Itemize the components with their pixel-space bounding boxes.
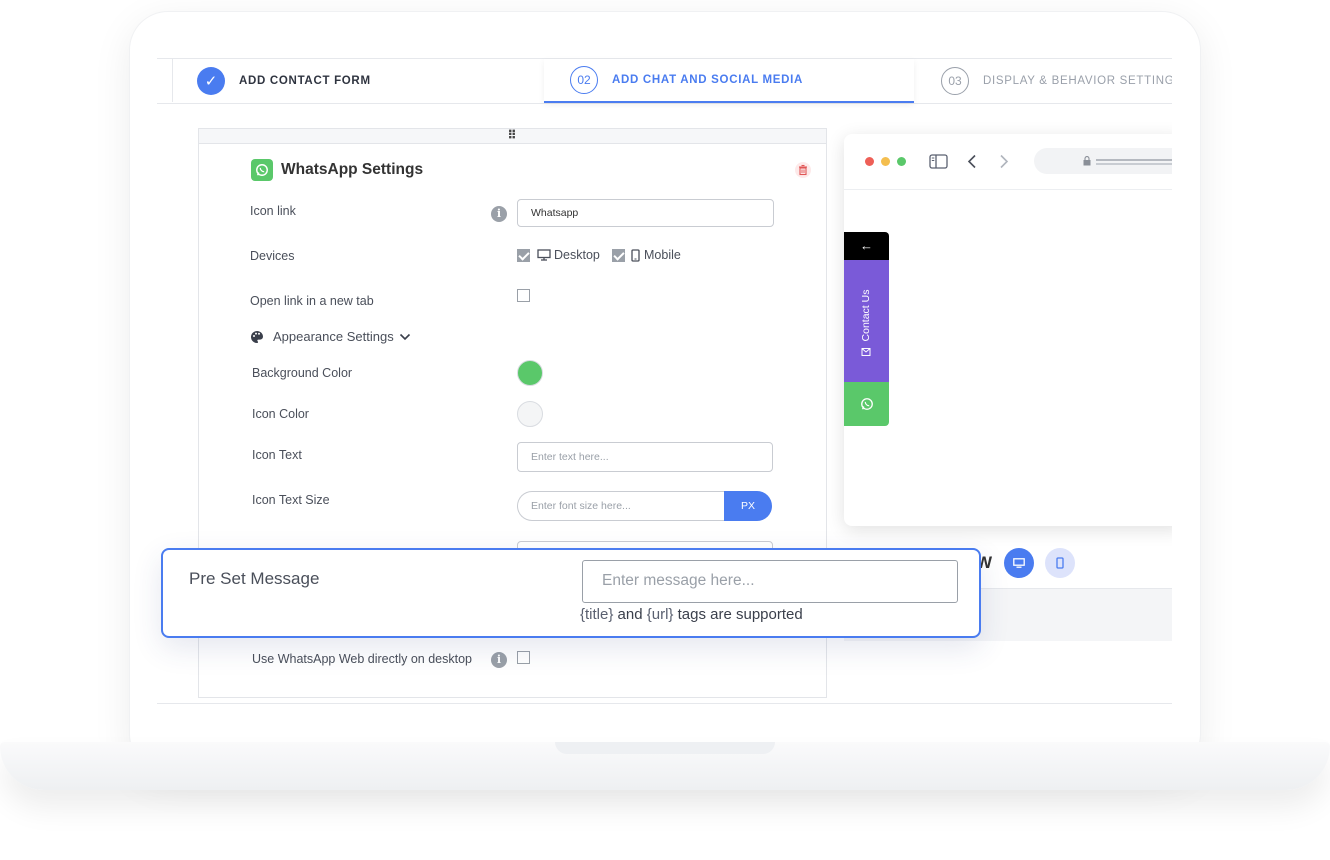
icon-link-input[interactable]: Whatsapp bbox=[517, 199, 774, 227]
step-label: ADD CHAT AND SOCIAL MEDIA bbox=[612, 74, 804, 86]
chevron-down-icon bbox=[399, 333, 410, 340]
devices-label: Devices bbox=[250, 249, 295, 263]
browser-toolbar bbox=[844, 134, 1172, 190]
preview-window: ← Contact Us bbox=[844, 134, 1172, 526]
close-dot-icon bbox=[865, 157, 874, 166]
envelope-icon bbox=[861, 347, 871, 356]
widget-close-arrow[interactable]: ← bbox=[844, 232, 889, 260]
address-bar[interactable] bbox=[1034, 148, 1172, 174]
mobile-option: Mobile bbox=[631, 248, 681, 262]
whatsapp-icon bbox=[251, 159, 273, 181]
step-number: 03 bbox=[941, 67, 969, 95]
sidebar-icon[interactable] bbox=[929, 154, 948, 169]
drag-handle[interactable]: ⠿ bbox=[199, 129, 826, 144]
mobile-icon bbox=[631, 248, 640, 262]
open-new-tab-label: Open link in a new tab bbox=[250, 294, 374, 308]
bottom-divider bbox=[157, 703, 1172, 704]
whatsapp-widget-button[interactable] bbox=[844, 382, 889, 426]
title-tag: {title} bbox=[580, 606, 614, 623]
forward-chevron-icon[interactable] bbox=[999, 154, 1009, 169]
contact-us-tab[interactable]: Contact Us bbox=[844, 260, 889, 382]
check-icon: ✓ bbox=[197, 67, 225, 95]
desktop-checkbox[interactable] bbox=[517, 249, 530, 262]
contact-us-text: Contact Us bbox=[860, 290, 872, 357]
trash-icon[interactable] bbox=[795, 162, 811, 178]
step-number: 02 bbox=[570, 66, 598, 94]
url-tag: {url} bbox=[646, 606, 674, 623]
icon-color-swatch[interactable] bbox=[517, 401, 543, 427]
contact-us-label: Contact Us bbox=[860, 289, 872, 342]
help-rest: tags are supported bbox=[677, 606, 803, 623]
url-placeholder-line bbox=[1096, 159, 1172, 161]
whatsapp-settings-title: WhatsApp Settings bbox=[281, 161, 424, 178]
mobile-label: Mobile bbox=[644, 248, 681, 262]
step-add-chat-social[interactable]: 02 ADD CHAT AND SOCIAL MEDIA bbox=[544, 59, 914, 103]
desktop-label: Desktop bbox=[554, 248, 600, 262]
icon-link-label: Icon link bbox=[250, 204, 296, 218]
pre-set-message-help: {title} and {url} tags are supported bbox=[580, 606, 803, 623]
icon-text-label: Icon Text bbox=[252, 448, 302, 462]
background-color-swatch[interactable] bbox=[517, 360, 543, 386]
maximize-dot-icon bbox=[897, 157, 906, 166]
help-and: and bbox=[617, 606, 643, 623]
icon-text-size-input[interactable]: Enter font size here... bbox=[517, 491, 725, 521]
px-unit-button[interactable]: PX bbox=[724, 491, 772, 521]
laptop-notch bbox=[555, 742, 775, 754]
mobile-icon bbox=[1056, 557, 1064, 569]
palette-icon bbox=[251, 330, 263, 343]
info-icon[interactable]: i bbox=[491, 652, 507, 668]
desktop-option: Desktop bbox=[537, 248, 600, 262]
step-add-contact-form[interactable]: ✓ ADD CONTACT FORM bbox=[197, 59, 371, 103]
drag-dots-icon: ⠿ bbox=[507, 128, 518, 142]
pre-set-message-card: Pre Set Message Enter message here... {t… bbox=[161, 548, 981, 638]
step-display-behavior[interactable]: 03 DISPLAY & BEHAVIOR SETTINGS bbox=[941, 59, 1172, 103]
stepper: ✓ ADD CONTACT FORM 02 ADD CHAT AND SOCIA… bbox=[157, 58, 1172, 104]
mobile-checkbox[interactable] bbox=[612, 249, 625, 262]
open-new-tab-checkbox[interactable] bbox=[517, 289, 530, 302]
step-label: ADD CONTACT FORM bbox=[239, 75, 371, 87]
pre-set-message-input[interactable]: Enter message here... bbox=[582, 560, 958, 603]
step-label: DISPLAY & BEHAVIOR SETTINGS bbox=[983, 75, 1172, 87]
lock-icon bbox=[1083, 156, 1091, 166]
appearance-settings-label: Appearance Settings bbox=[273, 329, 394, 344]
desktop-icon bbox=[537, 249, 551, 261]
url-placeholder-line bbox=[1096, 163, 1172, 165]
minimize-dot-icon bbox=[881, 157, 890, 166]
use-web-label: Use WhatsApp Web directly on desktop bbox=[252, 652, 473, 666]
use-web-checkbox[interactable] bbox=[517, 651, 530, 664]
pre-set-message-label: Pre Set Message bbox=[189, 569, 320, 588]
whatsapp-icon bbox=[860, 398, 873, 410]
desktop-preview-button[interactable] bbox=[1004, 548, 1034, 578]
background-color-label: Background Color bbox=[252, 366, 353, 380]
icon-text-input[interactable]: Enter text here... bbox=[517, 442, 773, 472]
appearance-settings-toggle[interactable]: Appearance Settings bbox=[250, 329, 411, 344]
whatsapp-settings-header: WhatsApp Settings bbox=[251, 159, 423, 181]
icon-text-size-label: Icon Text Size bbox=[252, 493, 330, 507]
info-icon[interactable]: i bbox=[491, 206, 507, 222]
back-chevron-icon[interactable] bbox=[967, 154, 977, 169]
icon-color-label: Icon Color bbox=[252, 407, 309, 421]
desktop-icon bbox=[1013, 558, 1025, 568]
mobile-preview-button[interactable] bbox=[1045, 548, 1075, 578]
